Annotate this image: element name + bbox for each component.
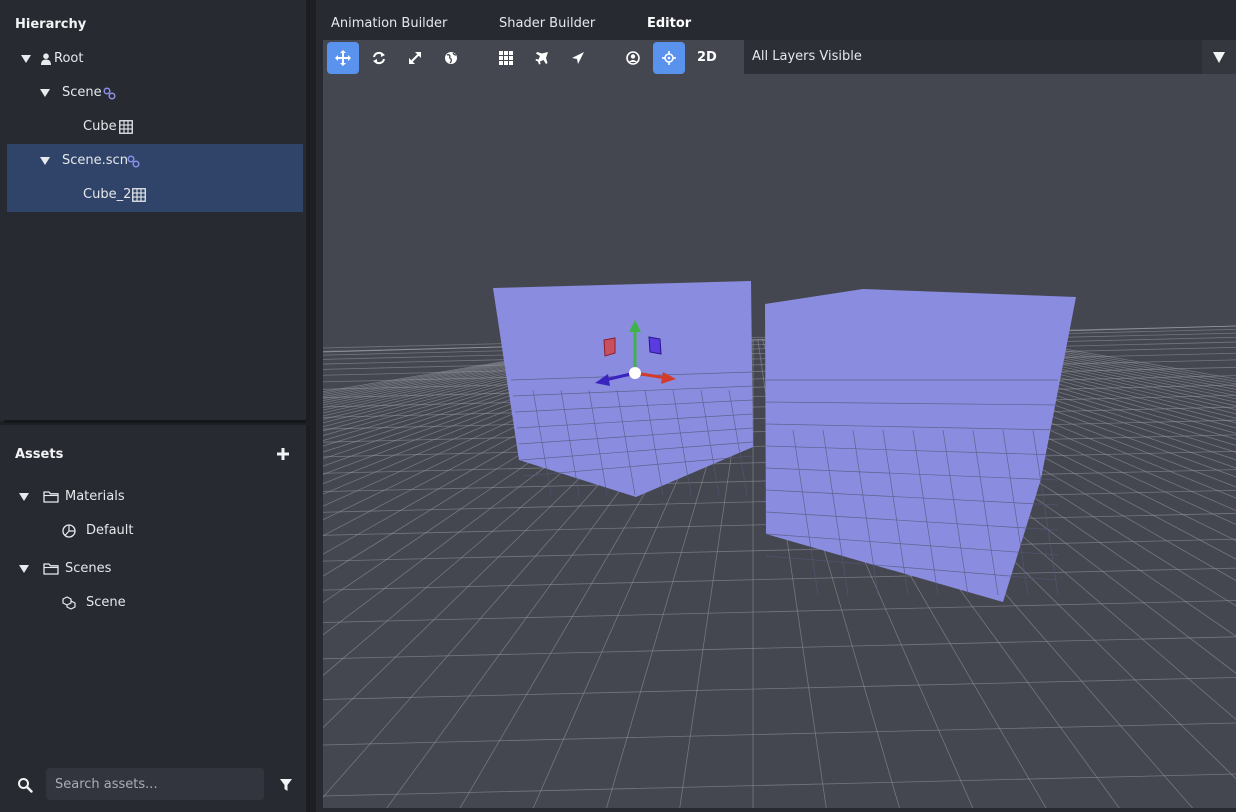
grid-icon [119, 120, 133, 134]
asset-item-default[interactable]: Default [7, 514, 303, 548]
material-icon [62, 524, 76, 538]
layers-visibility-dropdown[interactable]: All Layers Visible [744, 40, 1236, 74]
crosshair-icon [662, 51, 676, 65]
asset-search-input[interactable] [46, 768, 264, 800]
hierarchy-item-scene-scn[interactable]: Scene.scn [7, 144, 303, 178]
hierarchy-item-label: Scene [62, 85, 102, 100]
hierarchy-item-cube[interactable]: Cube [7, 110, 303, 144]
gizmo-xy-plane-icon [603, 337, 616, 357]
snap-toggle-button[interactable] [653, 42, 685, 74]
global-space-button[interactable] [435, 42, 467, 74]
tab-shader-builder[interactable]: Shader Builder [499, 16, 595, 31]
location-arrow-icon [572, 52, 584, 64]
navigate-button[interactable] [562, 42, 594, 74]
2d-mode-button[interactable]: 2D [697, 42, 717, 74]
grid-toggle-button[interactable] [490, 42, 522, 74]
panel-splitter[interactable] [4, 420, 306, 423]
asset-item-label: Scene [86, 595, 126, 610]
folder-icon [43, 491, 59, 503]
plane-icon [535, 52, 548, 65]
hierarchy-item-cube-2[interactable]: Cube_2 [7, 178, 303, 212]
filter-icon[interactable] [278, 777, 294, 793]
hierarchy-item-label: Cube_2 [83, 187, 132, 202]
expand-triangle-icon[interactable] [19, 565, 29, 573]
editor-panel: Animation Builder Shader Builder Editor [316, 0, 1236, 812]
hierarchy-item-label: Scene.scn [62, 153, 128, 168]
expand-triangle-icon[interactable] [21, 55, 31, 63]
asset-item-label: Materials [65, 489, 125, 504]
add-asset-button[interactable] [274, 445, 292, 463]
asset-item-label: Default [86, 523, 134, 538]
hierarchy-item-root[interactable]: Root [7, 42, 303, 76]
rotate-tool-button[interactable] [363, 42, 395, 74]
grid-icon [132, 188, 146, 202]
dropdown-toggle[interactable] [1202, 40, 1236, 74]
gizmo-center-handle [629, 367, 641, 379]
search-icon [18, 778, 33, 793]
cube-2-mesh[interactable] [765, 289, 1076, 602]
rotate-icon [373, 51, 385, 65]
fly-mode-button[interactable] [526, 42, 558, 74]
user-icon [41, 53, 51, 65]
expand-triangle-icon[interactable] [40, 157, 50, 165]
expand-triangle-icon[interactable] [19, 493, 29, 501]
expand-icon [409, 52, 421, 64]
expand-triangle-icon[interactable] [40, 89, 50, 97]
assets-title: Assets [15, 447, 64, 462]
grid-dots-icon [499, 51, 513, 65]
scene-viewport[interactable]: 2D All Layers Visible [323, 40, 1236, 808]
hierarchy-panel: Hierarchy Root Scene Cube Scene.scn Cube… [0, 0, 310, 421]
asset-folder-materials[interactable]: Materials [7, 480, 303, 514]
link-icon [127, 155, 140, 168]
asset-folder-scenes[interactable]: Scenes [7, 552, 303, 586]
tab-editor[interactable]: Editor [647, 16, 691, 31]
hierarchy-item-scene[interactable]: Scene [7, 76, 303, 110]
scene-canvas[interactable] [323, 40, 1236, 808]
asset-item-label: Scenes [65, 561, 112, 576]
link-icon [103, 87, 116, 100]
hierarchy-title: Hierarchy [15, 17, 87, 32]
move-arrows-icon [335, 50, 351, 66]
camera-view-button[interactable] [617, 42, 649, 74]
scene-icon [62, 596, 76, 610]
gizmo-zy-plane-icon [648, 336, 662, 355]
hierarchy-item-label: Cube [83, 119, 117, 134]
cube-mesh[interactable] [493, 281, 754, 497]
move-tool-button[interactable] [327, 42, 359, 74]
folder-icon [43, 563, 59, 575]
asset-item-scene[interactable]: Scene [7, 586, 303, 620]
hierarchy-item-label: Root [54, 51, 84, 66]
chevron-down-icon [1213, 52, 1225, 63]
globe-icon [445, 52, 457, 64]
layers-dropdown-value: All Layers Visible [752, 49, 862, 64]
tab-animation-builder[interactable]: Animation Builder [331, 16, 447, 31]
user-circle-icon [626, 51, 640, 65]
scale-tool-button[interactable] [399, 42, 431, 74]
